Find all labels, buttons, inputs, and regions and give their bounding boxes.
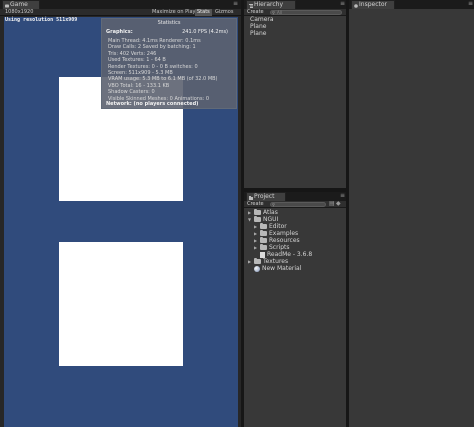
hierarchy-item-plane[interactable]: Plane [250,23,266,30]
info-icon [354,3,358,8]
statistics-overlay: Statistics Graphics: 241.0 FPS (4.2ms) M… [101,18,237,109]
hierarchy-panel: Hierarchy ≡ Create ⚲ All Camera Plane Pl… [244,0,346,188]
project-item-label: Editor [269,223,287,230]
hierarchy-item-plane[interactable]: Plane [250,30,266,37]
aspect-dropdown[interactable]: 1080x1920 [3,9,35,16]
project-item-label: NGUI [263,216,279,223]
tab-game[interactable]: Game [2,0,40,9]
tab-hierarchy[interactable]: Hierarchy [246,0,296,9]
project-item-label: Atlas [263,209,278,216]
folder-icon [254,216,261,222]
gizmos-button[interactable]: Gizmos [213,9,235,16]
hierarchy-search-input[interactable]: ⚲ All [270,10,342,15]
hierarchy-tabbar: Hierarchy ≡ [244,0,346,9]
tab-project-label: Project [254,193,275,200]
filter-type-icon[interactable]: ▤ [329,201,335,207]
project-toolbar: Create ⚲ ▤ ◆ [244,201,346,208]
project-item-editor[interactable]: ▶ Editor [254,223,287,230]
project-item-new-material[interactable]: New Material [254,265,301,272]
fps-readout: 241.0 FPS (4.2ms) [182,29,228,35]
folder-icon [254,209,261,215]
inspector-panel: Inspector ≡ [349,0,474,427]
hierarchy-create-button[interactable]: Create [247,9,264,16]
search-icon: ⚲ [272,10,275,15]
project-item-ngui[interactable]: ▼ NGUI [248,216,278,223]
inspector-tabbar: Inspector ≡ [349,0,474,9]
hierarchy-icon [249,3,253,8]
folder-icon [260,244,267,250]
game-icon [5,3,9,8]
project-item-label: Scripts [269,244,290,251]
material-sphere-icon [254,265,260,272]
inspector-menu-icon[interactable]: ≡ [468,1,473,7]
project-menu-icon[interactable]: ≡ [340,193,345,199]
folder-icon [260,237,267,243]
white-plane-bottom [59,242,183,366]
splitter-hierarchy-inspector[interactable] [346,0,349,427]
network-status: Network: (no players connected) [106,101,199,107]
project-item-label: New Material [262,265,302,272]
hierarchy-menu-icon[interactable]: ≡ [340,1,345,7]
game-menu-icon[interactable]: ≡ [233,1,238,7]
project-item-resources[interactable]: ▶ Resources [254,237,300,244]
game-panel: Game ≡ 1080x1920 Maximize on Play Stats … [0,0,241,427]
maximize-on-play-button[interactable]: Maximize on Play [150,9,198,16]
folder-icon [260,230,267,236]
tab-inspector-label: Inspector [359,1,387,8]
project-item-examples[interactable]: ▶ Examples [254,230,298,237]
stat-line: VRAM usage: 5.3 MB to 6.1 MB (of 32.0 MB… [108,76,218,83]
folder-icon [260,223,267,229]
project-item-label: Resources [269,237,300,244]
tab-project[interactable]: Project [246,192,286,201]
splitter-hierarchy-project[interactable] [244,188,346,192]
project-item-atlas[interactable]: ▶ Atlas [248,209,278,216]
project-item-label: Examples [269,230,299,237]
project-item-label: Textures [263,258,289,265]
graphics-label: Graphics: [106,29,133,35]
game-tabbar: Game ≡ [0,0,241,9]
project-panel: Project ≡ Create ⚲ ▤ ◆ ▶ Atlas ▼ NGUI ▶ Edi… [244,192,346,427]
tab-game-label: Game [10,1,28,8]
project-item-label: ReadMe - 3.6.8 [267,251,313,258]
project-item-textures[interactable]: ▶ Textures [248,258,288,265]
project-icon [249,195,253,200]
hierarchy-toolbar: Create ⚲ All [244,9,346,16]
project-item-scripts[interactable]: ▶ Scripts [254,244,290,251]
splitter-game-hierarchy[interactable] [241,0,244,427]
folder-icon [254,258,261,264]
stats-button[interactable]: Stats [195,9,212,16]
project-item-readme[interactable]: ReadMe - 3.6.8 [260,251,312,258]
search-icon: ⚲ [272,202,275,207]
hierarchy-item-camera[interactable]: Camera [250,16,274,23]
resolution-label: Using resolution 511x909 [5,17,78,23]
tab-inspector[interactable]: Inspector [351,0,395,9]
statistics-title: Statistics [157,20,181,26]
stats-lines: Main Thread: 4.1ms Renderer: 0.1ms Draw … [108,38,234,102]
project-create-button[interactable]: Create [247,201,264,208]
filter-label-icon[interactable]: ◆ [336,201,341,207]
game-toolbar: 1080x1920 Maximize on Play Stats Gizmos [0,9,241,16]
hierarchy-search-placeholder: All [277,10,282,15]
text-file-icon [260,251,265,258]
project-search-input[interactable]: ⚲ [270,202,326,207]
tab-hierarchy-label: Hierarchy [254,1,284,8]
